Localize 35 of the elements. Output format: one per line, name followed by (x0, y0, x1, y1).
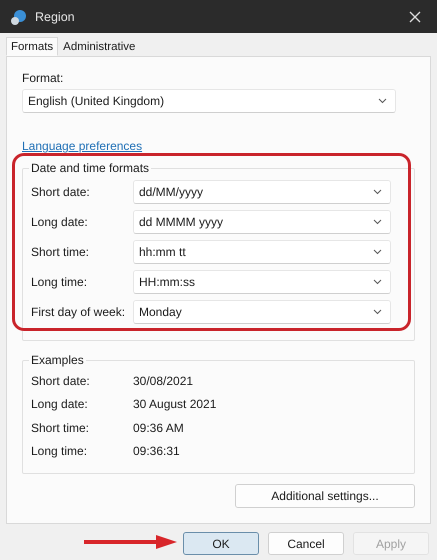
example-label: Short time: (31, 420, 90, 435)
chevron-down-icon (378, 98, 387, 104)
format-dropdown[interactable]: Monday (133, 300, 391, 324)
example-value: 30/08/2021 (133, 374, 194, 388)
chevron-down-icon (373, 279, 382, 285)
dialog-button[interactable]: OK (183, 532, 259, 555)
chevron-down-icon (373, 219, 382, 225)
additional-settings-button[interactable]: Additional settings... (235, 484, 415, 508)
language-preferences-link[interactable]: Language preferences (22, 139, 415, 153)
field-label: Long time: (31, 275, 88, 289)
format-dropdown[interactable]: English (United Kingdom) (22, 89, 396, 113)
example-label: Long date: (31, 397, 89, 412)
format-dropdown[interactable]: hh:mm tt (133, 240, 391, 264)
field-label: Short date: (31, 185, 91, 199)
example-label: Long time: (31, 444, 88, 458)
chevron-down-icon (373, 249, 382, 255)
chevron-down-icon (373, 189, 382, 195)
chevron-down-icon (373, 309, 382, 315)
format-label: Format: (22, 71, 64, 85)
example-label: Short date: (31, 374, 91, 388)
example-value: 09:36 AM (133, 420, 184, 435)
format-dropdown[interactable]: dd/MM/yyyy (133, 180, 391, 204)
close-icon[interactable] (409, 10, 421, 22)
format-dropdown[interactable]: dd MMMM yyyy (133, 210, 391, 234)
dialog-button[interactable]: Cancel (268, 532, 344, 555)
field-label: Long date: (31, 215, 89, 229)
example-value: 30 August 2021 (133, 397, 216, 412)
tab[interactable]: Formats (6, 37, 58, 56)
group-title: Date and time formats (30, 161, 150, 175)
field-label: First day of week: (31, 305, 126, 319)
group-title: Examples (30, 353, 85, 367)
example-value: 09:36:31 (133, 444, 180, 458)
field-label: Short time: (31, 245, 90, 259)
format-dropdown[interactable]: HH:mm:ss (133, 270, 391, 294)
window-title: Region (35, 10, 76, 24)
